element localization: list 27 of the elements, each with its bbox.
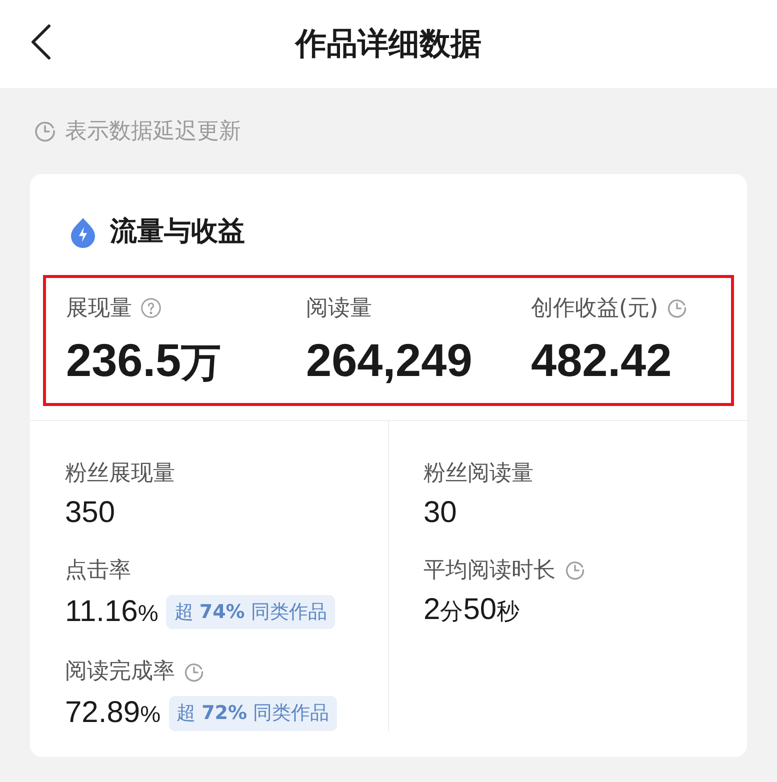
drop-bolt-icon bbox=[68, 216, 98, 248]
metric-value: 11.16% bbox=[65, 596, 158, 627]
delay-notice: 表示数据延迟更新 bbox=[65, 118, 241, 146]
metric-label: 平均阅读时长 bbox=[424, 556, 556, 584]
metric-value: 2分50秒 bbox=[424, 594, 520, 624]
metric-label: 粉丝阅读量 bbox=[424, 460, 534, 488]
metric-label: 阅读量 bbox=[306, 294, 372, 322]
card-title: 流量与收益 bbox=[110, 215, 245, 249]
clock-icon bbox=[33, 119, 57, 143]
comparison-badge: 超 74% 同类作品 bbox=[166, 594, 335, 629]
metric-value: 30 bbox=[424, 498, 457, 528]
page-title: 作品详细数据 bbox=[296, 24, 482, 64]
metric-value: 350 bbox=[65, 498, 116, 528]
metric-label: 粉丝展现量 bbox=[65, 460, 175, 488]
clock-icon bbox=[183, 660, 205, 682]
comparison-badge: 超 72% 同类作品 bbox=[168, 696, 338, 730]
metric-label: 创作收益(元) bbox=[531, 294, 658, 322]
metric-value: 264,249 bbox=[306, 336, 474, 382]
metric-value: 236.5万 bbox=[66, 336, 222, 382]
metric-value: 72.89% bbox=[65, 698, 161, 728]
metric-label: 点击率 bbox=[65, 556, 131, 584]
metric-label: 阅读完成率 bbox=[65, 658, 175, 686]
clock-icon bbox=[666, 297, 688, 319]
metric-value: 482.42 bbox=[531, 336, 673, 382]
metric-label: 展现量 bbox=[66, 294, 132, 322]
clock-icon bbox=[564, 559, 586, 581]
help-icon[interactable] bbox=[140, 297, 162, 319]
